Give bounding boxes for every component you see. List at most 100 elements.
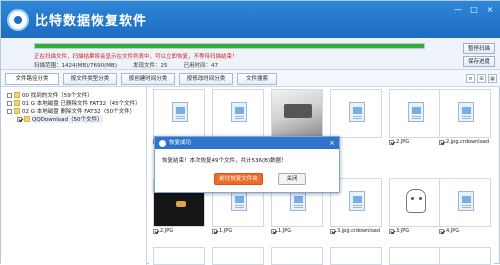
file-caption: 2.JPG bbox=[153, 228, 173, 234]
file-checkbox[interactable] bbox=[212, 228, 217, 234]
image-file-icon bbox=[458, 102, 474, 122]
file-caption: 1.JPG bbox=[212, 228, 232, 234]
thumbnail-view-icon[interactable]: ▦ bbox=[488, 74, 497, 83]
dialog-close-icon[interactable]: × bbox=[329, 137, 335, 149]
recovery-success-dialog: 恢复成功 × 恢复结束！本次恢复49个文件，共计536(B)数据！ 前往恢复文件… bbox=[154, 136, 340, 193]
open-recovery-folder-button[interactable]: 前往恢复文件夹 bbox=[214, 173, 263, 185]
tab-modified-time[interactable]: 按修改时间分类 bbox=[179, 73, 233, 85]
file-checkbox[interactable] bbox=[439, 228, 444, 234]
tree-node-label: QQDownload（50个文件） bbox=[32, 115, 103, 123]
title-bar: 比特数据恢复软件 — □ × bbox=[1, 1, 500, 38]
file-item[interactable] bbox=[437, 247, 494, 265]
window-controls: — □ × bbox=[451, 4, 497, 16]
dialog-message: 恢复结束！本次恢复49个文件，共计536(B)数据！ bbox=[162, 158, 287, 164]
file-checkbox[interactable] bbox=[389, 139, 394, 145]
file-thumbnail[interactable] bbox=[330, 247, 382, 265]
tree-node[interactable]: 02 G 本地磁盘 删除文件 FAT32（50个文件） bbox=[7, 107, 135, 115]
list-view-icon[interactable]: ≡ bbox=[466, 74, 475, 83]
file-checkbox[interactable] bbox=[330, 228, 335, 234]
file-thumbnail[interactable] bbox=[153, 89, 205, 138]
file-thumbnail[interactable] bbox=[330, 89, 382, 138]
file-checkbox[interactable] bbox=[271, 228, 276, 234]
file-checkbox[interactable] bbox=[439, 139, 444, 145]
tree-node-checkbox[interactable] bbox=[7, 100, 12, 106]
file-caption: 1.JPG bbox=[271, 228, 291, 234]
tab-file-path[interactable]: 文件路径分类 bbox=[5, 73, 59, 85]
file-item[interactable]: 2.jpg.crdownload bbox=[437, 89, 494, 147]
tree-node-checkbox[interactable] bbox=[17, 116, 22, 122]
cartoon-preview bbox=[406, 189, 426, 213]
scan-range: 扫描范围：1424(MB)/7690(MB) bbox=[34, 63, 117, 69]
photo-preview bbox=[272, 90, 322, 137]
folder-icon bbox=[14, 100, 20, 106]
category-tabs: 文件路径分类 按文件类型分类 按创建时间分类 按修改时间分类 文件搜索 ≡ ⊞ … bbox=[1, 70, 500, 87]
file-checkbox[interactable] bbox=[389, 228, 394, 234]
image-file-icon bbox=[231, 191, 247, 211]
file-thumbnail[interactable] bbox=[439, 247, 491, 265]
tree-node[interactable]: 01 G 本地磁盘 已删除文件 FAT32（45个文件） bbox=[7, 99, 141, 107]
image-file-icon bbox=[172, 102, 188, 122]
view-mode-switcher: ≡ ⊞ ▦ bbox=[466, 74, 497, 83]
app-window: 比特数据恢复软件 — □ × 正在扫描文件，扫描结果将会显示在文件列表中，可以立… bbox=[0, 0, 500, 265]
close-window-icon[interactable]: × bbox=[483, 4, 497, 16]
file-thumbnail[interactable] bbox=[271, 89, 323, 138]
file-item[interactable]: 3.JPG bbox=[387, 178, 443, 236]
file-name: 2.JPG bbox=[160, 228, 174, 234]
tree-node-checkbox[interactable] bbox=[7, 92, 12, 98]
file-thumbnail[interactable] bbox=[212, 89, 264, 138]
file-item[interactable] bbox=[328, 247, 384, 265]
file-name: 1.JPG bbox=[278, 228, 292, 234]
file-caption: 4.JPG bbox=[439, 228, 459, 234]
image-file-icon bbox=[290, 191, 306, 211]
file-thumbnail[interactable] bbox=[389, 247, 441, 265]
tree-node-checkbox[interactable] bbox=[7, 108, 12, 114]
file-thumbnail[interactable] bbox=[153, 247, 205, 265]
tree-node[interactable]: 00 找到的文件（59个文件） bbox=[7, 91, 93, 99]
tree-node-label: 01 G 本地磁盘 已删除文件 FAT32（45个文件） bbox=[22, 101, 141, 107]
file-thumbnail[interactable] bbox=[389, 178, 441, 227]
folder-icon bbox=[24, 116, 30, 122]
app-title: 比特数据恢复软件 bbox=[35, 14, 148, 29]
tab-file-type[interactable]: 按文件类型分类 bbox=[63, 73, 117, 85]
pause-scan-button[interactable]: 暂停扫描 bbox=[463, 43, 495, 54]
file-thumbnail[interactable] bbox=[389, 89, 441, 138]
file-thumbnail[interactable] bbox=[439, 178, 491, 227]
grid-view-icon[interactable]: ⊞ bbox=[477, 74, 486, 83]
file-item[interactable] bbox=[210, 247, 266, 265]
file-thumbnail[interactable] bbox=[212, 247, 264, 265]
image-file-icon bbox=[349, 102, 365, 122]
file-thumbnail[interactable] bbox=[271, 247, 323, 265]
tab-file-search[interactable]: 文件搜索 bbox=[237, 73, 277, 85]
dialog-close-button[interactable]: 关闭 bbox=[278, 173, 306, 185]
image-file-icon bbox=[458, 191, 474, 211]
file-item[interactable] bbox=[387, 247, 443, 265]
file-item[interactable] bbox=[269, 247, 325, 265]
folder-icon bbox=[14, 92, 20, 98]
dialog-header: 恢复成功 × bbox=[155, 137, 339, 149]
success-icon bbox=[159, 140, 166, 147]
elapsed-time: 已用时间：47 bbox=[183, 63, 218, 69]
file-caption: 2.JPG bbox=[389, 139, 409, 145]
found-count: 发现文件：25 bbox=[132, 63, 168, 69]
tree-node[interactable]: QQDownload（50个文件） bbox=[17, 115, 103, 123]
file-caption: 3.jpg.crdownload bbox=[330, 228, 380, 234]
file-item[interactable]: 4.JPG bbox=[437, 178, 494, 236]
save-progress-button[interactable]: 保存进度 bbox=[463, 56, 495, 67]
folder-tree: 00 找到的文件（59个文件） 01 G 本地磁盘 已删除文件 FAT32（45… bbox=[1, 87, 147, 265]
image-file-icon bbox=[231, 102, 247, 122]
scan-status-panel: 正在扫描文件，扫描结果将会显示在文件列表中，可以立即恢复，不等待扫描结束！ 扫描… bbox=[1, 38, 500, 70]
file-item[interactable] bbox=[151, 247, 207, 265]
file-name: 3.jpg.crdownload bbox=[337, 228, 380, 234]
tab-created-time[interactable]: 按创建时间分类 bbox=[121, 73, 175, 85]
minimize-icon[interactable]: — bbox=[451, 4, 465, 16]
file-item[interactable]: 2.JPG bbox=[387, 89, 443, 147]
scan-progress-fill bbox=[35, 44, 424, 48]
file-checkbox[interactable] bbox=[153, 228, 158, 234]
file-thumbnail[interactable] bbox=[439, 89, 491, 138]
image-file-icon bbox=[408, 102, 424, 122]
maximize-icon[interactable]: □ bbox=[467, 4, 481, 16]
dialog-title: 恢复成功 bbox=[169, 140, 192, 146]
file-name: 4.JPG bbox=[446, 228, 460, 234]
file-caption: 2.jpg.crdownload bbox=[439, 139, 489, 145]
scan-info: 扫描范围：1424(MB)/7690(MB) 发现文件：25 已用时间：47 bbox=[34, 61, 218, 69]
